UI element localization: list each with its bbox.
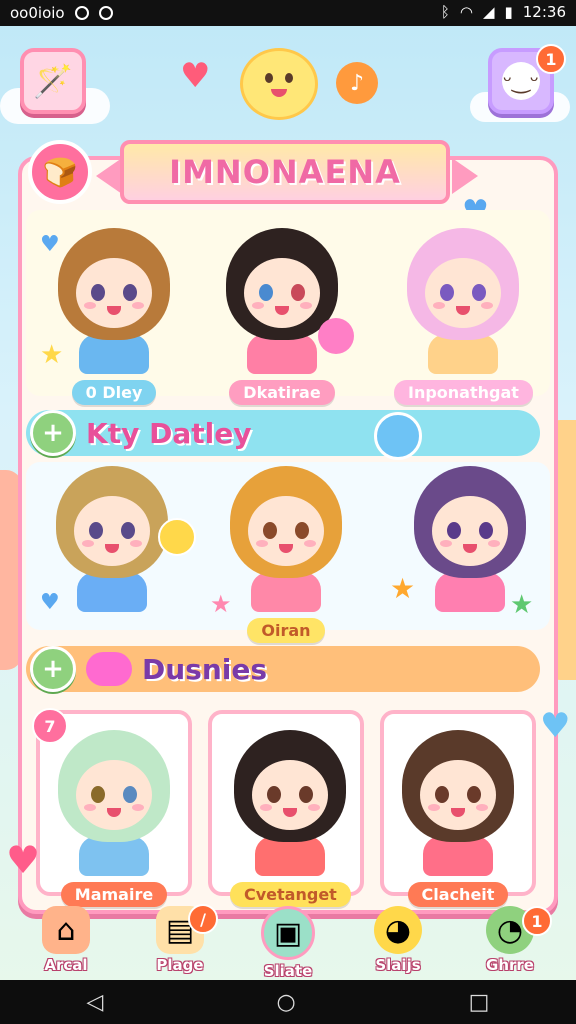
notification-badge: 1 [536,44,566,74]
dock-label: Plage [156,956,204,974]
character-avatar [402,730,514,842]
chat-bubble-icon [374,412,422,460]
character-name: Cvetanget [230,882,351,907]
card-badge: 7 [32,708,68,744]
add-icon[interactable]: + [30,646,76,692]
heart-icon: ♥ [180,56,211,96]
banner-ribbon [452,158,478,194]
status-notification-text: oo0ioio [10,4,65,22]
character-avatar [414,466,526,578]
dock-home-button[interactable]: ⌂ Arcal [26,906,106,974]
character-avatar [230,466,342,578]
back-icon[interactable]: ◁ [87,990,104,1015]
magic-wand-button[interactable]: 🪄 [20,48,86,114]
character-name: Mamaire [60,882,168,907]
home-icon[interactable]: ○ [276,990,295,1015]
bottom-dock: ⌂ Arcal ▤ Plage / ▣ Sliate ◕ Slaijs ◔ Gh… [0,904,576,980]
star-icon: ★ [210,590,232,618]
character-card[interactable]: Dkatirae [226,228,338,405]
recents-icon[interactable]: □ [469,990,490,1015]
heart-icon: ♥ [40,232,60,257]
character-name: Inponathgat [394,380,533,405]
star-icon: ★ [390,572,416,605]
character-name: Oiran [247,618,325,643]
section-header[interactable]: + Dusnies [26,646,540,692]
page-title: IMNONAENA [120,140,450,204]
box-icon: ▣ [261,906,315,960]
add-icon[interactable]: + [30,410,76,456]
banner-ribbon [96,158,122,194]
system-nav-bar: ◁ ○ □ [0,980,576,1024]
character-name: 0 Dley [71,380,157,405]
bluetooth-icon: ᛒ [440,3,450,21]
character-name: Dkatirae [229,380,335,405]
notification-icon-2 [98,6,113,20]
section-title: Kty Datley [86,416,252,450]
house-icon: ⌂ [42,906,90,954]
section-title: Dusnies [142,652,268,686]
notification-icon [74,6,89,20]
section-header[interactable]: + Kty Datley [26,410,540,456]
magic-wand-icon: 🪄 [33,62,73,100]
character-avatar [56,466,168,578]
cloud-icon [86,652,132,686]
heart-icon: ♥ [6,838,41,882]
smiley-sticker-icon [158,518,196,556]
character-avatar [226,228,338,340]
dock-badge: 1 [522,906,552,936]
character-card[interactable]: 0 Dley [58,228,170,405]
dock-duck-button[interactable]: ◕ Slaijs [358,906,438,974]
pink-blob-icon [318,318,354,354]
character-card[interactable] [56,466,168,612]
dock-label: Sliate [263,962,313,980]
dock-label: Arcal [44,956,88,974]
character-card[interactable]: Clacheit [380,710,536,907]
sun-mascot-icon [240,48,318,120]
dock-badge: / [188,904,218,934]
character-name: Clacheit [407,882,509,907]
battery-icon: ▮ [504,3,513,21]
chat-bubble-icon: ♪ [336,62,378,104]
heart-icon: ♥ [540,706,571,746]
smiley-icon: ᵕ‿ᵕ [502,62,540,100]
clock: 12:36 [522,3,566,21]
character-avatar [58,228,170,340]
wifi-icon: ◠ [459,3,473,21]
duck-icon: ◕ [374,906,422,954]
dock-label: Slaijs [375,956,421,974]
status-bar: oo0ioio ᛒ ◠ ◢ ▮ 12:36 [0,0,576,26]
character-card[interactable] [414,466,526,612]
character-card[interactable]: Cvetanget [208,710,364,907]
bread-icon: 🍞 [28,140,92,204]
character-card[interactable]: Oiran [230,466,342,643]
character-avatar [407,228,520,340]
dock-label: Ghrre [486,956,534,974]
signal-icon: ◢ [482,3,495,21]
character-card[interactable]: Inponathgat [394,228,533,405]
character-avatar [58,730,170,842]
character-avatar [234,730,347,842]
dock-box-button[interactable]: ▣ Sliate [248,906,328,980]
